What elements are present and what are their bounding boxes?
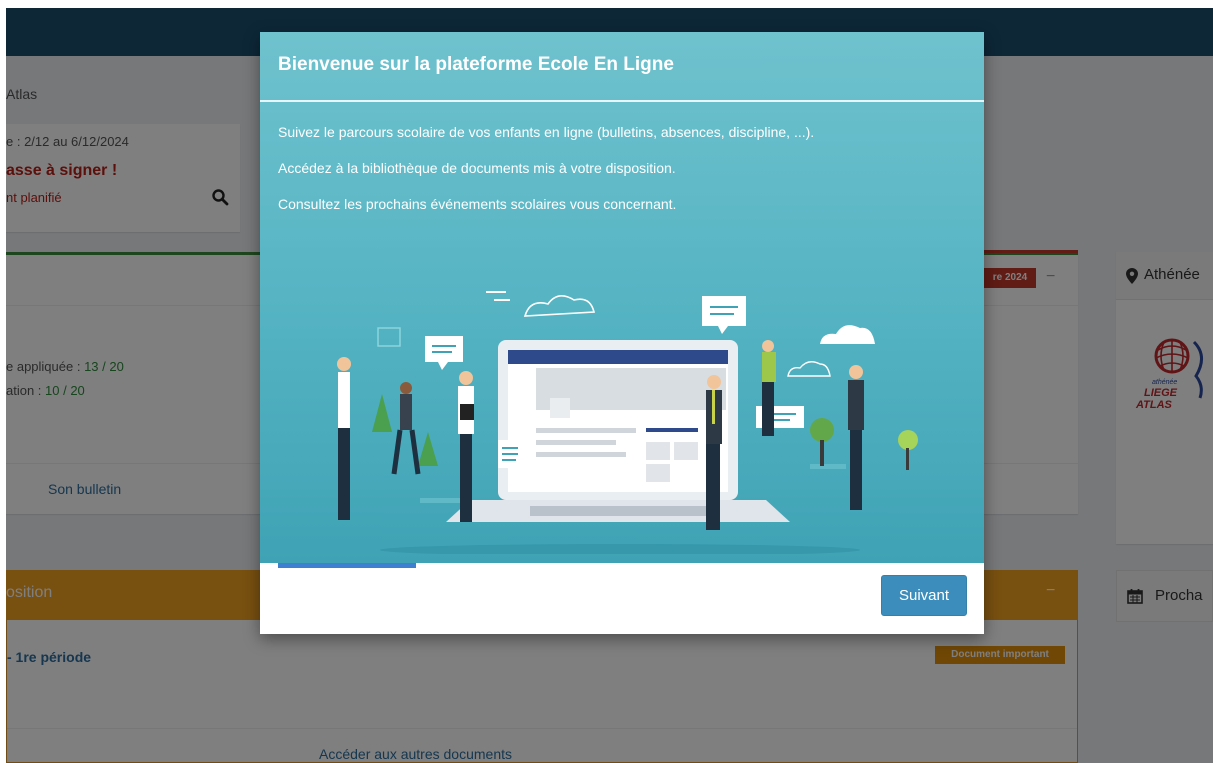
window-edge <box>0 0 6 763</box>
modal-title: Bienvenue sur la plateforme Ecole En Lig… <box>278 54 674 75</box>
online-school-illustration <box>337 291 918 554</box>
next-button[interactable]: Suivant <box>881 575 967 616</box>
window-edge <box>0 0 1213 8</box>
person-figure <box>762 340 776 436</box>
title-divider <box>260 100 984 102</box>
person-figure <box>706 375 722 530</box>
step-progress-bar <box>278 563 416 568</box>
person-figure <box>458 371 474 522</box>
welcome-modal: Bienvenue sur la plateforme Ecole En Lig… <box>260 32 984 634</box>
intro-line-1: Suivez le parcours scolaire de vos enfan… <box>278 124 815 140</box>
intro-line-2: Accédez à la bibliothèque de documents m… <box>278 160 676 176</box>
person-figure <box>391 382 421 475</box>
modal-hero: Bienvenue sur la plateforme Ecole En Lig… <box>260 32 984 563</box>
person-figure <box>337 357 351 520</box>
intro-line-3: Consultez les prochains événements scola… <box>278 196 677 212</box>
person-figure <box>848 365 864 510</box>
